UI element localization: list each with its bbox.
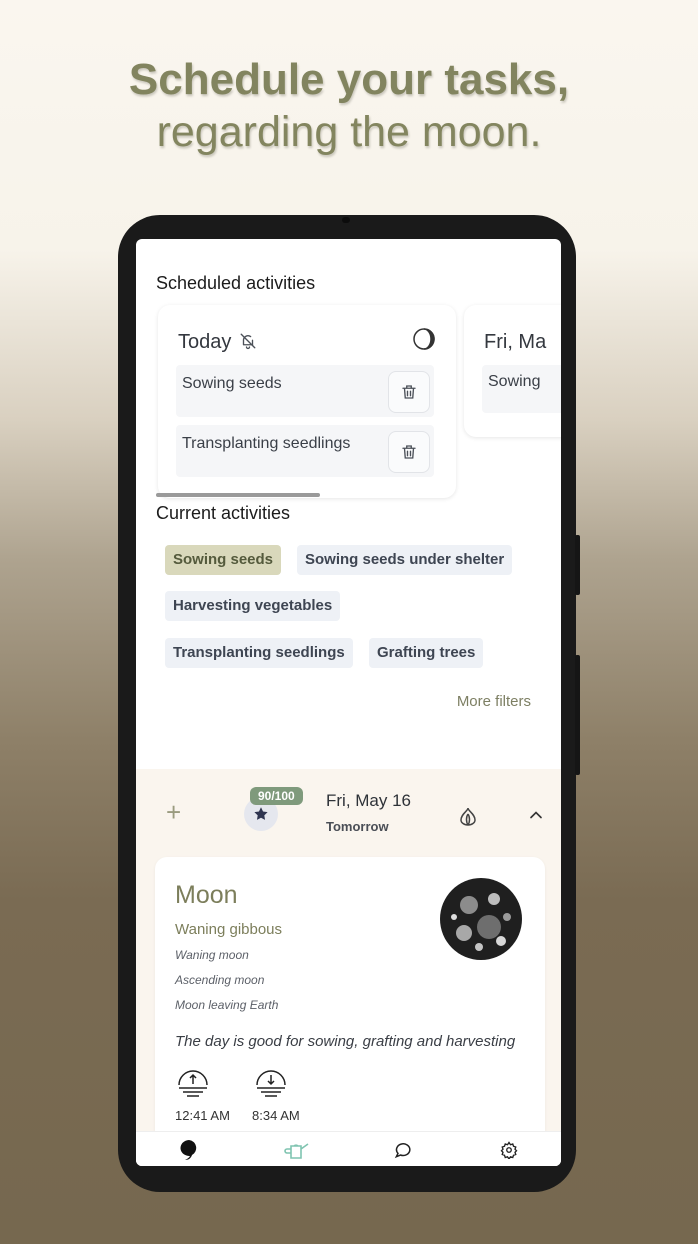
horizontal-scrollbar[interactable] [156,493,320,497]
moonset-time: 8:34 AM [252,1108,300,1123]
task-label: Sowing seeds [182,375,282,392]
moon-illustration [440,878,522,960]
nav-settings[interactable] [494,1136,524,1164]
today-label: Today [178,331,232,353]
chat-icon [394,1143,411,1159]
delete-button[interactable] [388,431,430,473]
scheduled-title: Scheduled activities [156,273,316,293]
today-header: Today [178,331,257,354]
watering-can-icon [284,1143,309,1159]
nav-moon[interactable] [174,1136,204,1164]
task-label: Sowing [488,373,541,390]
day-relative: Tomorrow [326,819,389,834]
moonrise-time: 12:41 AM [175,1108,230,1123]
filter-chip-sowing-under-shelter[interactable]: Sowing seeds under shelter [297,545,513,575]
headline-line1: Schedule your tasks, [128,55,570,104]
today-card[interactable]: Today Sowing seeds Transplanting seedlin… [158,305,456,498]
phone-frame: Scheduled activities Today Sowing seeds [118,215,580,1192]
camera [342,217,350,223]
next-day-card[interactable]: Fri, Ma Sowing [464,305,561,437]
score-badge: 90/100 [250,787,303,805]
more-filters-link[interactable]: More filters [457,693,531,710]
volume-button [575,535,580,595]
task-row[interactable]: Transplanting seedlings [176,425,434,477]
app-screen: Scheduled activities Today Sowing seeds [136,239,561,1166]
next-day-label: Fri, Ma [484,331,547,353]
add-button[interactable]: + [166,799,181,825]
headline-line2: regarding the moon. [156,108,542,156]
gear-icon [500,1141,518,1159]
current-title: Current activities [156,503,291,523]
chevron-up-icon[interactable] [526,805,546,825]
trash-icon [402,385,416,399]
bell-off-icon[interactable] [239,332,257,350]
moon-detail: Moon leaving Earth [175,998,279,1012]
bottom-navigation [136,1131,561,1166]
moon-title: Moon [175,881,238,909]
moon-phase: Waning gibbous [175,921,283,938]
moon-detail: Ascending moon [175,973,265,987]
day-date: Fri, May 16 [326,791,412,810]
filter-chip-sowing-seeds[interactable]: Sowing seeds [165,545,282,575]
power-button [575,655,580,775]
filter-chip-harvesting[interactable]: Harvesting vegetables [165,591,341,621]
task-label: Transplanting seedlings [182,435,351,452]
nav-garden[interactable] [282,1136,312,1164]
headline: Schedule your tasks, regarding the moon. [0,54,698,158]
delete-button[interactable] [388,371,430,413]
task-row[interactable]: Sowing seeds [176,365,434,417]
moon-phase-icon [413,328,435,350]
filter-chip-transplanting[interactable]: Transplanting seedlings [165,638,353,668]
moon-card: Moon Waning gibbous Waning moon Ascendin… [155,857,545,1157]
filter-chip-grafting[interactable]: Grafting trees [369,638,484,668]
trash-icon [402,445,416,459]
moonset-icon [256,1070,286,1097]
star-icon [254,807,268,820]
garlic-icon [460,807,476,826]
task-row[interactable]: Sowing [482,365,561,413]
moonrise-icon [178,1070,208,1097]
nav-chat[interactable] [388,1136,418,1164]
moon-advice: The day is good for sowing, grafting and… [175,1033,516,1050]
moon-detail: Waning moon [175,948,249,962]
moon-icon [180,1140,197,1160]
